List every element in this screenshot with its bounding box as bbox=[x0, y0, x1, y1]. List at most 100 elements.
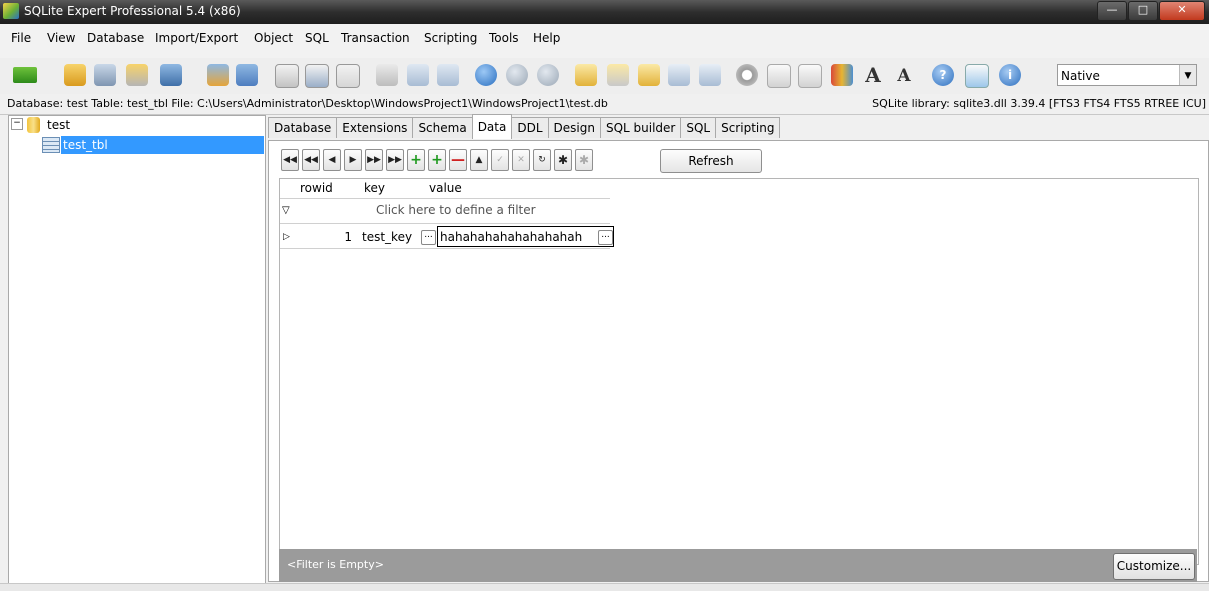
menu-object[interactable]: Object bbox=[254, 31, 293, 45]
tab-data[interactable]: Data bbox=[471, 114, 513, 139]
info-icon[interactable]: i bbox=[999, 64, 1021, 86]
last-page-icon[interactable]: ▶▶ bbox=[386, 149, 404, 171]
next-record-icon[interactable]: ▶ bbox=[344, 149, 362, 171]
commit-icon[interactable] bbox=[506, 64, 528, 86]
minimize-button[interactable]: — bbox=[1097, 1, 1127, 21]
begin-transaction-icon[interactable] bbox=[475, 64, 497, 86]
execute-line-icon[interactable] bbox=[437, 64, 459, 86]
edit-record-icon[interactable]: ▲ bbox=[470, 149, 488, 171]
refresh-button[interactable]: Refresh bbox=[660, 149, 762, 173]
column-header-rowid[interactable]: rowid bbox=[300, 179, 333, 198]
window-icon[interactable] bbox=[965, 64, 989, 88]
collapse-icon[interactable]: − bbox=[11, 118, 23, 130]
data-panel: ◀◀ ◀◀ ◀ ▶ ▶▶ ▶▶ + + — ▲ ✓ ✕ ↻ ✱ ✱ Refres… bbox=[268, 140, 1209, 582]
cell-key[interactable]: test_key bbox=[362, 227, 412, 247]
rollback-icon[interactable] bbox=[537, 64, 559, 86]
info-bar: Database: test Table: test_tbl File: C:\… bbox=[0, 94, 1209, 115]
open-database-icon[interactable] bbox=[94, 64, 116, 86]
database-path-info: Database: test Table: test_tbl File: C:\… bbox=[7, 97, 608, 110]
library-info: SQLite library: sqlite3.dll 3.39.4 [FTS3… bbox=[872, 97, 1206, 110]
cell-rowid[interactable]: 1 bbox=[300, 227, 352, 247]
menu-tools[interactable]: Tools bbox=[489, 31, 519, 45]
decrease-font-icon[interactable]: A bbox=[893, 64, 915, 86]
tab-design[interactable]: Design bbox=[547, 117, 601, 138]
design-table-icon[interactable] bbox=[305, 64, 329, 88]
menu-transaction[interactable]: Transaction bbox=[341, 31, 410, 45]
menu-sql[interactable]: SQL bbox=[305, 31, 329, 45]
backup-icon[interactable] bbox=[207, 64, 229, 86]
database-icon bbox=[27, 117, 40, 133]
refresh-icon[interactable]: ↻ bbox=[533, 149, 551, 171]
app-icon bbox=[3, 3, 19, 19]
paste-icon[interactable] bbox=[798, 64, 822, 88]
tab-extensions[interactable]: Extensions bbox=[336, 117, 414, 138]
filter-row[interactable]: Click here to define a filter bbox=[376, 200, 536, 220]
increase-font-icon[interactable]: A bbox=[862, 64, 884, 86]
tab-ddl[interactable]: DDL bbox=[511, 117, 549, 138]
script-step-icon[interactable] bbox=[668, 64, 690, 86]
cancel-updates-icon: ✱ bbox=[575, 149, 593, 171]
menu-view[interactable]: View bbox=[47, 31, 75, 45]
help-icon[interactable]: ? bbox=[932, 64, 954, 86]
menu-file[interactable]: File bbox=[11, 31, 31, 45]
new-database-icon[interactable] bbox=[64, 64, 86, 86]
execute-sql-icon[interactable] bbox=[407, 64, 429, 86]
menu-import-export[interactable]: Import/Export bbox=[155, 31, 238, 45]
menu-bar: File View Database Import/Export Object … bbox=[0, 24, 1209, 59]
script-debug-icon[interactable] bbox=[638, 64, 660, 86]
cell-value[interactable]: hahahahahahahahahah bbox=[440, 227, 582, 247]
data-grid[interactable]: rowid key value ▽ Click here to define a… bbox=[279, 178, 1199, 565]
exit-icon[interactable] bbox=[13, 67, 37, 83]
tab-sql-builder[interactable]: SQL builder bbox=[599, 117, 682, 138]
tab-schema[interactable]: Schema bbox=[412, 117, 473, 138]
cancel-edit-icon: ✕ bbox=[512, 149, 530, 171]
main-panel: Database Extensions Schema Data DDL Desi… bbox=[268, 114, 1209, 582]
script-run-icon[interactable] bbox=[607, 64, 629, 86]
column-header-key[interactable]: key bbox=[364, 179, 385, 198]
script-icon[interactable] bbox=[575, 64, 597, 86]
attach-database-icon[interactable] bbox=[160, 64, 182, 86]
chart-icon[interactable] bbox=[831, 64, 853, 86]
column-header-value[interactable]: value bbox=[429, 179, 462, 198]
encoding-value: Native bbox=[1061, 69, 1100, 83]
cell-value-ellipsis-button[interactable]: ... bbox=[598, 230, 613, 245]
title-bar: SQLite Expert Professional 5.4 (x86) — □… bbox=[0, 0, 1209, 24]
append-record-icon[interactable]: + bbox=[428, 149, 446, 171]
sql-editor-icon[interactable] bbox=[376, 64, 398, 86]
prior-page-icon[interactable]: ◀◀ bbox=[302, 149, 320, 171]
filter-status: <Filter is Empty> bbox=[287, 558, 384, 571]
customize-button[interactable]: Customize... bbox=[1113, 553, 1195, 580]
menu-database[interactable]: Database bbox=[87, 31, 144, 45]
cell-key-ellipsis-button[interactable]: ... bbox=[421, 230, 436, 245]
import-icon[interactable] bbox=[236, 64, 258, 86]
encoding-select[interactable]: Native ▼ bbox=[1057, 64, 1197, 86]
chevron-down-icon[interactable]: ▼ bbox=[1179, 65, 1196, 85]
tree-database-node[interactable]: test bbox=[47, 116, 70, 134]
tab-sql[interactable]: SQL bbox=[680, 117, 717, 138]
settings-icon[interactable] bbox=[736, 64, 758, 86]
menu-help[interactable]: Help bbox=[533, 31, 560, 45]
table-icon bbox=[42, 137, 60, 153]
toolbar: A A ? i Native ▼ bbox=[0, 58, 1209, 95]
next-page-icon[interactable]: ▶▶ bbox=[365, 149, 383, 171]
tab-database[interactable]: Database bbox=[268, 117, 338, 138]
insert-record-icon[interactable]: + bbox=[407, 149, 425, 171]
delete-record-icon[interactable]: — bbox=[449, 149, 467, 171]
copy-icon[interactable] bbox=[767, 64, 791, 88]
script-stop-icon[interactable] bbox=[699, 64, 721, 86]
post-edit-icon: ✓ bbox=[491, 149, 509, 171]
close-database-icon[interactable] bbox=[126, 64, 148, 86]
maximize-button[interactable]: □ bbox=[1128, 1, 1158, 21]
database-tree: − test test_tbl bbox=[8, 115, 266, 584]
close-button[interactable]: ✕ bbox=[1159, 1, 1205, 21]
tab-scripting[interactable]: Scripting bbox=[715, 117, 781, 138]
tree-table-node[interactable]: test_tbl bbox=[61, 136, 264, 154]
prior-record-icon[interactable]: ◀ bbox=[323, 149, 341, 171]
tab-strip: Database Extensions Schema Data DDL Desi… bbox=[268, 114, 781, 139]
first-page-icon[interactable]: ◀◀ bbox=[281, 149, 299, 171]
new-table-icon[interactable] bbox=[275, 64, 299, 88]
apply-updates-icon[interactable]: ✱ bbox=[554, 149, 572, 171]
new-view-icon[interactable] bbox=[336, 64, 360, 88]
navigator: ◀◀ ◀◀ ◀ ▶ ▶▶ ▶▶ + + — ▲ ✓ ✕ ↻ ✱ ✱ bbox=[281, 149, 596, 171]
menu-scripting[interactable]: Scripting bbox=[424, 31, 477, 45]
